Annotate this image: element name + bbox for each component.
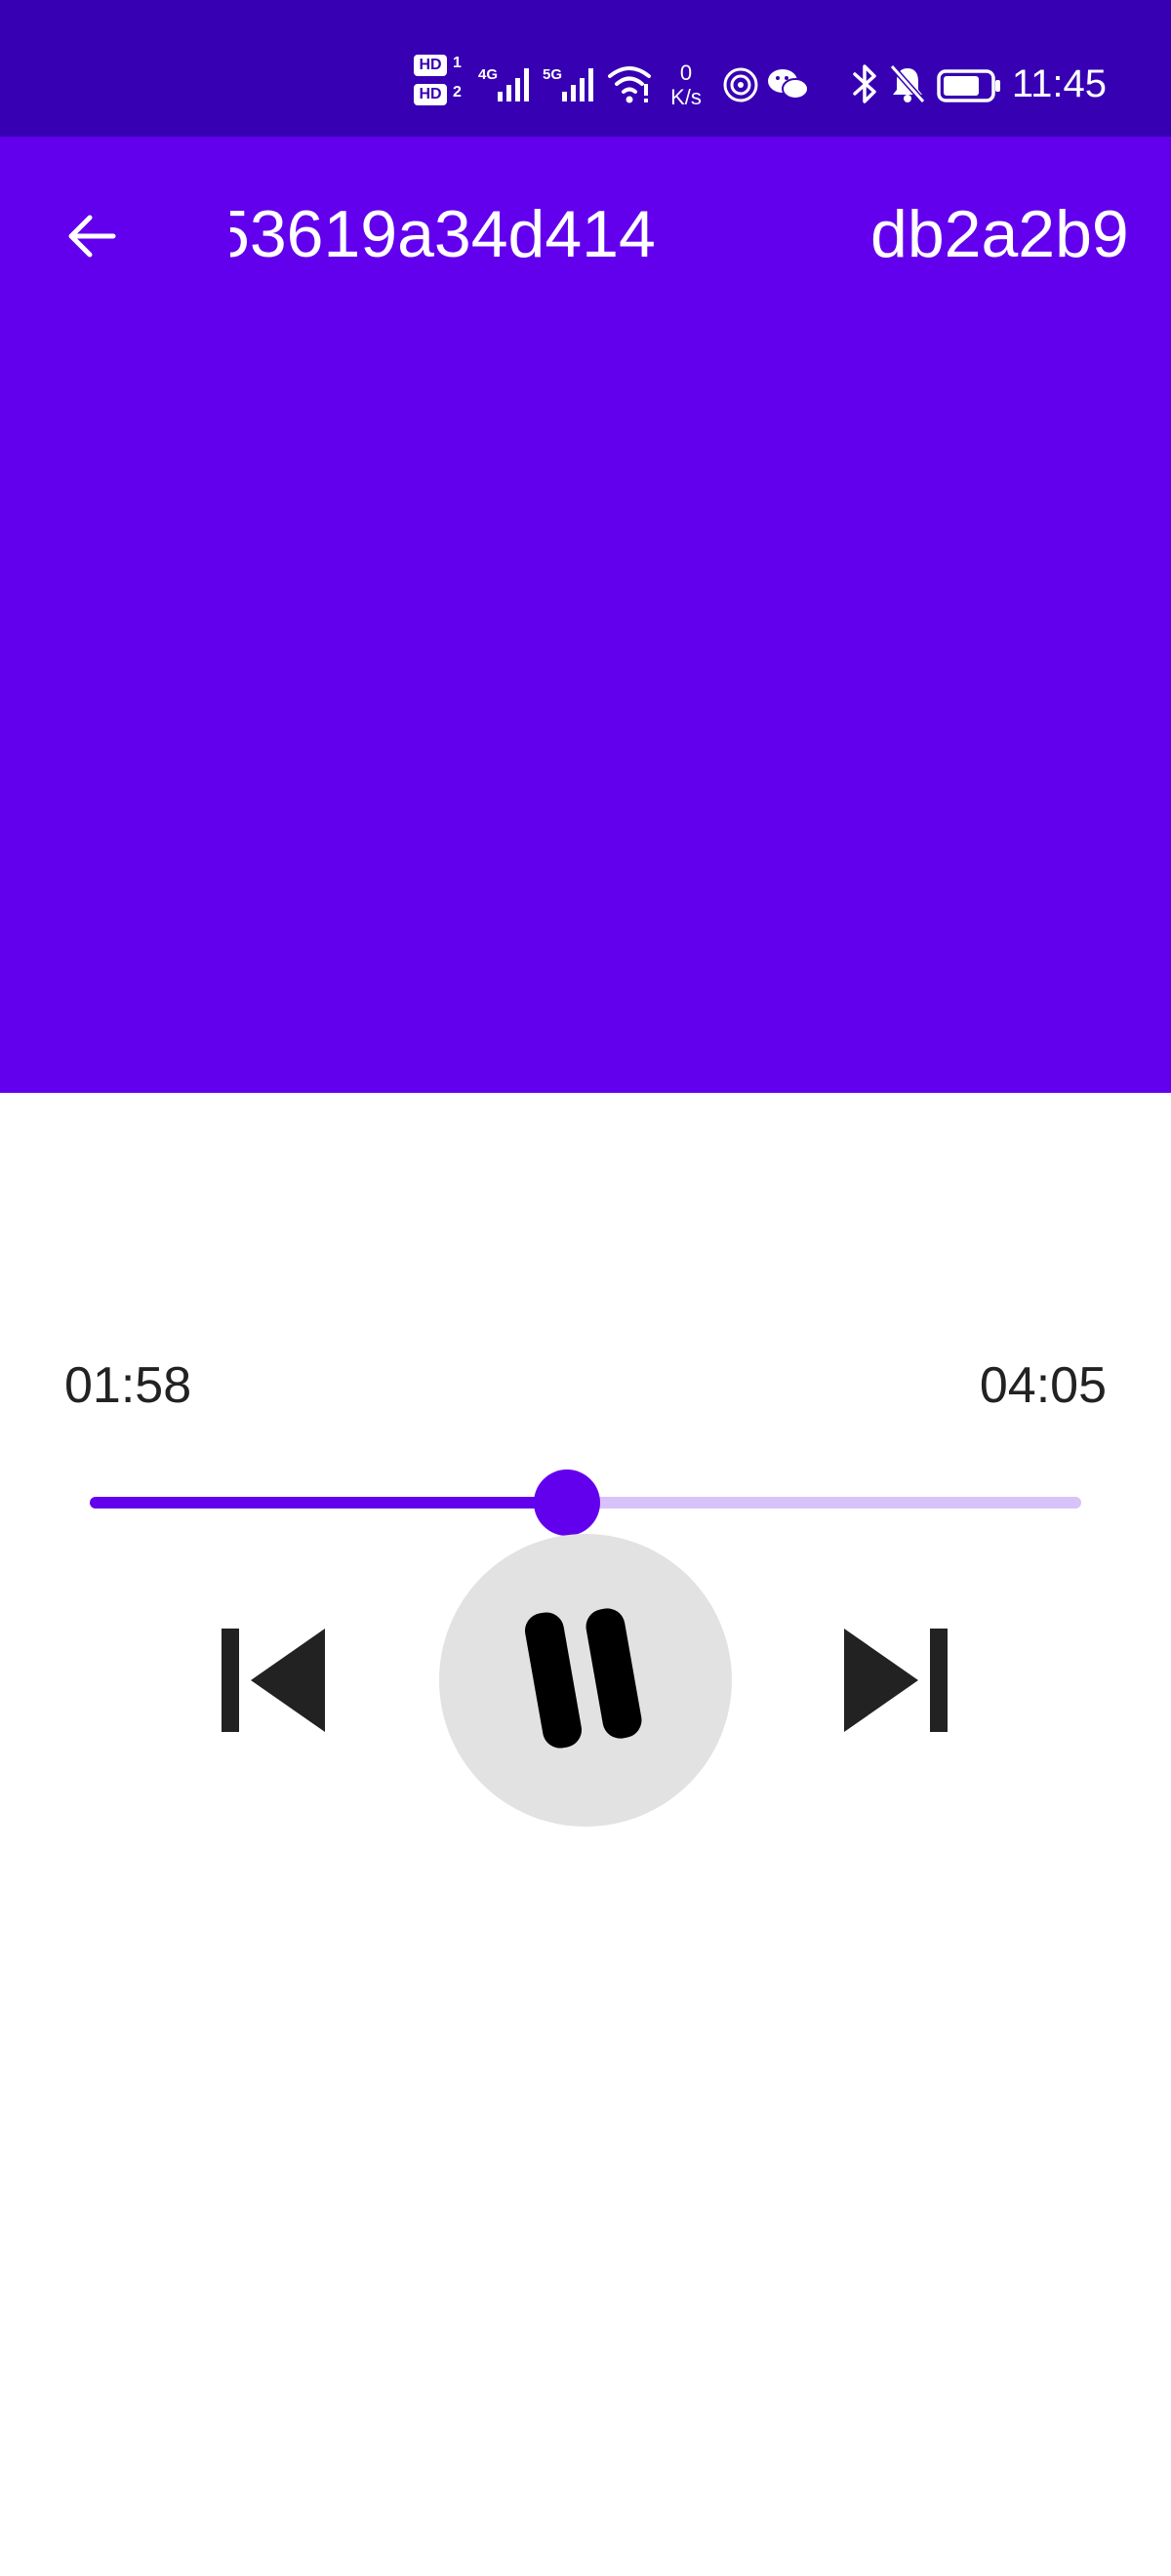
nfc-icon (723, 67, 758, 102)
network-type-2: 5G (543, 66, 563, 83)
app-header: 53619a34d414 db2a2b9 (0, 137, 1171, 1093)
skip-next-icon (844, 1629, 948, 1732)
track-title-part-2: db2a2b9 (870, 197, 1128, 271)
track-title-part-1: 53619a34d414 (230, 197, 656, 271)
previous-button[interactable] (205, 1612, 342, 1749)
status-bar: HD 1 HD 2 4G 5G 0 K/s 11:45 (0, 0, 1171, 137)
arrow-left-icon (68, 215, 116, 258)
pause-icon (525, 1608, 642, 1749)
sim-1-label: 1 (453, 55, 462, 71)
status-time: 11:45 (1011, 62, 1107, 105)
bluetooth-icon (853, 64, 876, 103)
battery-icon (937, 69, 1000, 102)
seekbar-progress (90, 1497, 568, 1509)
play-pause-button[interactable] (439, 1534, 732, 1827)
wifi-icon (608, 66, 651, 103)
total-time: 04:05 (979, 1357, 1107, 1414)
speed-unit: K/s (670, 85, 702, 109)
hd-badges: HD 1 HD 2 (414, 55, 462, 113)
bell-muted-icon (889, 64, 926, 103)
seekbar[interactable] (90, 1469, 1081, 1536)
signal-icon-2 (562, 68, 593, 101)
seekbar-thumb[interactable] (534, 1469, 601, 1536)
network-speed: 0 K/s (660, 60, 712, 109)
speed-value: 0 (679, 60, 693, 85)
hd-badge-1: HD (414, 55, 447, 76)
skip-previous-icon (222, 1629, 325, 1732)
wechat-icon (768, 69, 809, 100)
network-type-1: 4G (478, 66, 499, 83)
sim-2-label: 2 (453, 84, 462, 101)
back-button[interactable] (51, 195, 133, 277)
elapsed-time: 01:58 (64, 1357, 192, 1414)
next-button[interactable] (828, 1612, 964, 1749)
track-title-marquee: 53619a34d414 db2a2b9 (230, 185, 1128, 283)
hd-badge-2: HD (414, 84, 447, 105)
signal-icon (498, 68, 529, 101)
